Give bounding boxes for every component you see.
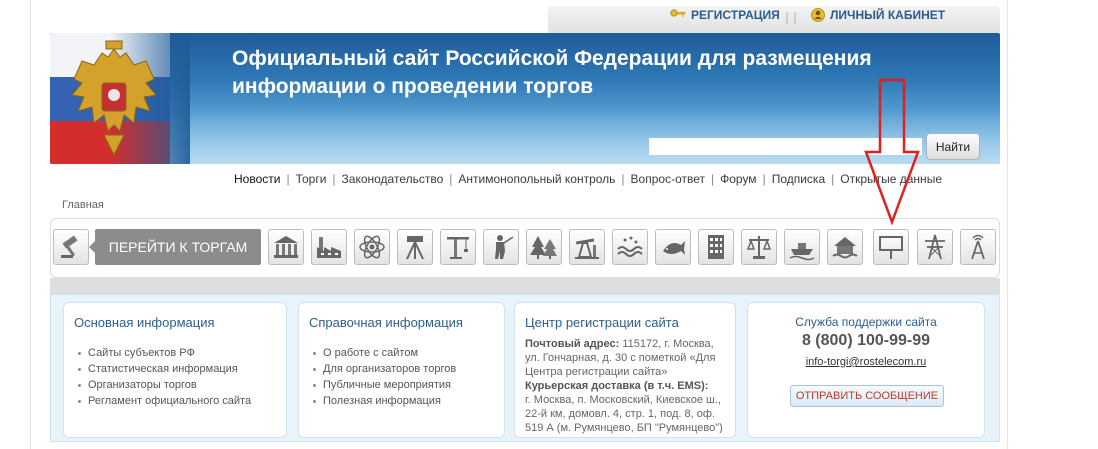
power-tower-icon[interactable] xyxy=(917,229,953,265)
water-icon[interactable] xyxy=(612,229,648,265)
billboard-icon[interactable] xyxy=(873,229,909,265)
nav-separator: | xyxy=(621,172,625,186)
red-arrow-annotation xyxy=(864,78,920,226)
nav-item-forum[interactable]: Форум xyxy=(720,172,756,186)
reference-info-list: О работе с сайтом Для организаторов торг… xyxy=(312,345,456,409)
registration-label: РЕГИСТРАЦИЯ xyxy=(691,8,780,22)
boat-icon[interactable] xyxy=(784,229,820,265)
support-card: Служба поддержки сайта 8 (800) 100-99-99… xyxy=(747,302,985,438)
support-phone: 8 (800) 100-99-99 xyxy=(801,332,931,349)
justice-scales-icon[interactable] xyxy=(741,229,777,265)
list-item[interactable]: Публичные мероприятия xyxy=(312,377,456,393)
nav-separator: | xyxy=(831,172,835,186)
banner-clouds xyxy=(50,109,1000,164)
support-title: Служба поддержки сайта xyxy=(795,315,937,329)
divider-strip xyxy=(50,278,1000,294)
title-line-2: информации о проведении торгов xyxy=(232,75,594,98)
nav-item-legislation[interactable]: Законодательство xyxy=(342,172,444,186)
main-nav: Новости | Торги | Законодательство | Антимоноп… xyxy=(234,172,942,186)
apartment-building-icon[interactable] xyxy=(698,229,734,265)
key-icon xyxy=(670,9,686,17)
gavel-icon[interactable] xyxy=(53,229,89,265)
list-item[interactable]: Регламент официального сайта xyxy=(77,393,251,409)
house-flood-icon[interactable] xyxy=(827,229,863,265)
list-item[interactable]: Сайты субъектов РФ xyxy=(77,345,251,361)
list-item[interactable]: О работе с сайтом xyxy=(312,345,456,361)
postal-label: Почтовый адрес: xyxy=(525,338,620,350)
list-item[interactable]: Организаторы торгов xyxy=(77,377,251,393)
fish-icon[interactable] xyxy=(655,229,691,265)
coat-of-arms-icon xyxy=(71,40,157,157)
header-banner: Официальный сайт Российской Федерации дл… xyxy=(50,33,1000,164)
courier-text: г. Москва, п. Московский, Киевское ш., 2… xyxy=(525,394,723,434)
lower-panel xyxy=(50,441,1000,449)
nav-separator: | xyxy=(710,172,715,186)
list-item[interactable]: Полезная информация xyxy=(312,393,456,409)
registration-center-card: Центр регистрации сайта Почтовый адрес: … xyxy=(514,302,736,438)
list-item[interactable]: Статистическая информация xyxy=(77,361,251,377)
breadcrumb[interactable]: Главная xyxy=(62,199,104,211)
support-email-link[interactable]: info-torgi@rostelecom.ru xyxy=(748,356,984,368)
atom-icon[interactable] xyxy=(354,229,390,265)
main-info-title[interactable]: Основная информация xyxy=(74,315,215,330)
title-line-1: Официальный сайт Российской Федерации дл… xyxy=(232,47,872,70)
reference-info-card: Справочная информация О работе с сайтом … xyxy=(298,302,505,438)
cabinet-link[interactable]: ЛИЧНЫЙ КАБИНЕТ xyxy=(811,8,945,22)
registration-center-title[interactable]: Центр регистрации сайта xyxy=(525,315,679,330)
oil-pump-icon[interactable] xyxy=(569,229,605,265)
crane-icon[interactable] xyxy=(440,229,476,265)
registration-link[interactable]: РЕГИСТРАЦИЯ xyxy=(670,8,780,22)
nav-item-news[interactable]: Новости xyxy=(234,172,280,186)
forest-icon[interactable] xyxy=(526,229,562,265)
nav-item-subscription[interactable]: Подписка xyxy=(772,172,825,186)
reference-info-title[interactable]: Справочная информация xyxy=(309,315,463,330)
hunter-icon[interactable] xyxy=(483,229,519,265)
cabinet-label: ЛИЧНЫЙ КАБИНЕТ xyxy=(830,8,946,22)
nav-item-antimonopoly[interactable]: Антимонопольный контроль xyxy=(458,172,615,186)
search-button[interactable]: Найти xyxy=(926,133,980,160)
page-title: Официальный сайт Российской Федерации дл… xyxy=(232,45,932,101)
nav-separator: | xyxy=(286,172,290,186)
nav-separator: | xyxy=(762,172,766,186)
nav-separator: | xyxy=(449,172,453,186)
factory-icon[interactable] xyxy=(311,229,347,265)
nav-separator: | xyxy=(332,172,336,186)
courier-label: Курьерская доставка (в т.ч. EMS): xyxy=(525,380,709,392)
nav-item-faq[interactable]: Вопрос-ответ xyxy=(631,172,705,186)
main-info-card: Основная информация Сайты субъектов РФ С… xyxy=(63,302,287,438)
surveying-icon[interactable] xyxy=(397,229,433,265)
nav-item-trading[interactable]: Торги xyxy=(296,172,327,186)
go-to-trading-button[interactable]: ПЕРЕЙТИ К ТОРГАМ xyxy=(89,229,261,265)
main-info-list: Сайты субъектов РФ Статистическая информ… xyxy=(77,345,251,409)
radio-tower-icon[interactable] xyxy=(960,229,996,265)
registration-address: Почтовый адрес: 115172, г. Москва, ул. Г… xyxy=(525,337,725,435)
bank-building-icon[interactable] xyxy=(268,229,304,265)
send-message-button[interactable]: ОТПРАВИТЬ СООБЩЕНИЕ xyxy=(790,385,944,407)
top-separator xyxy=(786,12,796,24)
list-item[interactable]: Для организаторов торгов xyxy=(312,361,456,377)
user-badge-icon xyxy=(811,8,825,22)
